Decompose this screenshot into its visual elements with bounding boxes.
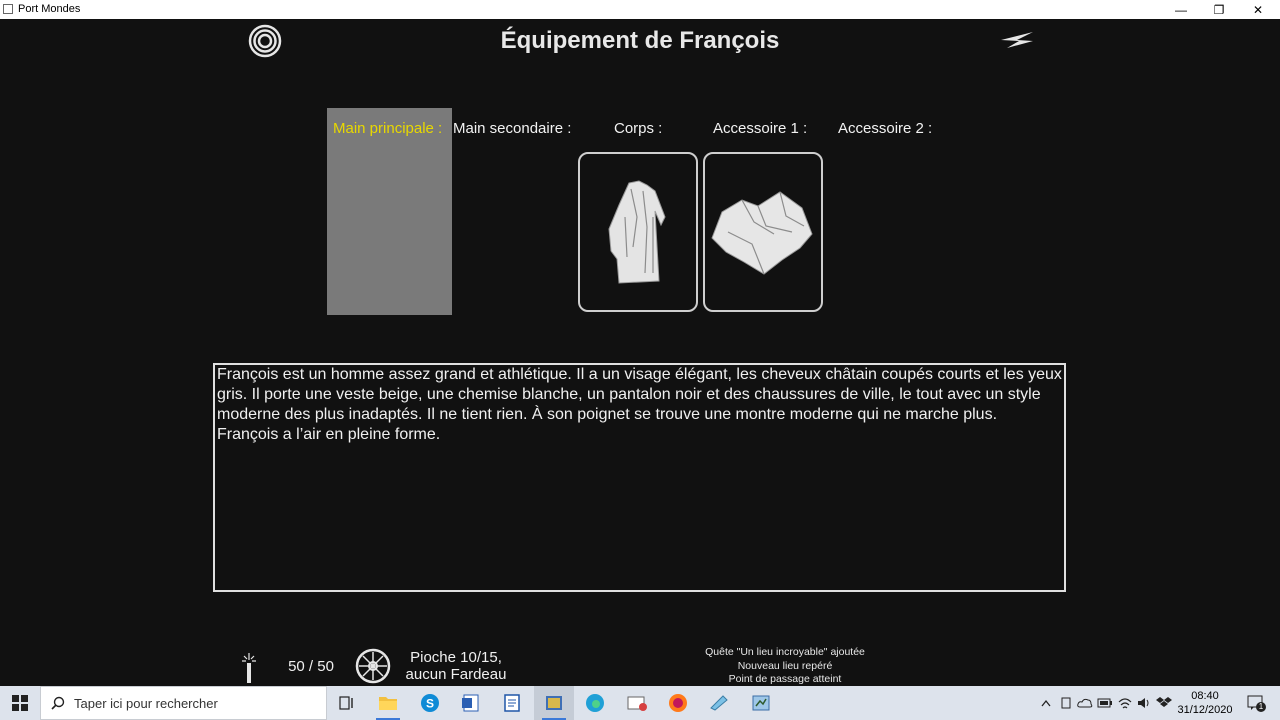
slot-corps-card[interactable] xyxy=(578,152,698,312)
taskbar-app-generic[interactable] xyxy=(699,686,739,720)
port-mondes-icon xyxy=(546,696,562,710)
skype-icon: S xyxy=(421,694,439,712)
slot-label-corps[interactable]: Corps : xyxy=(614,120,662,137)
notification-center-button[interactable]: 1 xyxy=(1246,695,1266,712)
windows-icon xyxy=(12,695,28,711)
search-icon xyxy=(51,696,65,710)
taskbar-app-edge[interactable] xyxy=(575,686,615,720)
settings-icon[interactable] xyxy=(248,24,282,58)
notification-badge: 1 xyxy=(1256,702,1266,712)
edge-icon xyxy=(586,694,604,712)
word-icon xyxy=(462,694,479,712)
notifications: Quête "Un lieu incroyable" ajoutée Nouve… xyxy=(660,646,910,687)
app-icon xyxy=(3,4,13,14)
taskbar-app-file-explorer[interactable] xyxy=(368,686,408,720)
draw-status-line: Pioche 10/15, xyxy=(410,649,502,666)
search-placeholder: Taper ici pour rechercher xyxy=(74,696,218,711)
game-screen: Équipement de François Main principale :… xyxy=(0,19,1280,686)
document-icon xyxy=(504,694,520,712)
character-description: François est un homme assez grand et ath… xyxy=(213,363,1066,592)
svg-text:S: S xyxy=(426,697,434,711)
notification-item: Quête "Un lieu incroyable" ajoutée xyxy=(705,646,865,658)
tray-cloud-icon[interactable] xyxy=(1077,695,1093,711)
slot-accessoire-1-card[interactable] xyxy=(703,152,823,312)
taskbar-app-skype[interactable]: S xyxy=(410,686,450,720)
mail-icon xyxy=(627,696,647,711)
app-icon xyxy=(710,695,728,711)
tray-chevron-up-icon[interactable] xyxy=(1038,695,1054,711)
robe-icon xyxy=(608,180,666,284)
tray-device-icon[interactable] xyxy=(1058,695,1074,711)
taskbar-app-document[interactable] xyxy=(492,686,532,720)
app2-icon xyxy=(752,695,770,711)
taskbar-app-firefox[interactable] xyxy=(658,686,698,720)
clock-date: 31/12/2020 xyxy=(1177,704,1233,716)
description-paragraph: François a l’air en pleine forme. xyxy=(217,426,441,443)
back-arrow-icon[interactable] xyxy=(997,29,1035,51)
slot-label-accessoire-2[interactable]: Accessoire 2 : xyxy=(838,120,932,137)
tray-volume-icon[interactable] xyxy=(1136,695,1152,711)
slot-label-main-principale[interactable]: Main principale : xyxy=(333,120,442,137)
draw-status: Pioche 10/15, aucun Fardeau xyxy=(396,649,516,683)
file-explorer-icon xyxy=(379,697,397,710)
wheel-icon xyxy=(355,648,391,684)
task-view-button[interactable] xyxy=(327,686,367,720)
firefox-icon xyxy=(669,694,687,712)
taskbar-app-mail[interactable] xyxy=(617,686,657,720)
maximize-button[interactable]: ❐ xyxy=(1201,0,1237,19)
draw-status-line: aucun Fardeau xyxy=(405,666,507,683)
tray-wifi-icon[interactable] xyxy=(1117,695,1133,711)
taskbar-clock[interactable]: 08:40 31/12/2020 xyxy=(1172,689,1238,717)
tray-dropbox-icon[interactable] xyxy=(1156,695,1172,711)
slot-main-principale[interactable] xyxy=(327,108,452,315)
slot-label-accessoire-1[interactable]: Accessoire 1 : xyxy=(713,120,807,137)
notification-item: Nouveau lieu repéré xyxy=(737,659,833,672)
notification-item: Point de passage atteint xyxy=(728,673,842,685)
taskbar-search-input[interactable]: Taper ici pour rechercher xyxy=(40,686,327,720)
taskbar-app-port-mondes[interactable] xyxy=(534,686,574,720)
minimize-button[interactable]: — xyxy=(1163,0,1199,19)
clock-time: 08:40 xyxy=(1191,690,1219,702)
taskbar-app-word[interactable] xyxy=(451,686,491,720)
slot-label-main-secondaire[interactable]: Main secondaire : xyxy=(453,120,571,137)
task-view-icon xyxy=(339,696,353,710)
taskbar-app-generic-2[interactable] xyxy=(741,686,781,720)
page-title: Équipement de François xyxy=(500,27,780,54)
description-paragraph: François est un homme assez grand et ath… xyxy=(217,366,1062,423)
start-button[interactable] xyxy=(0,686,40,720)
candle-icon xyxy=(242,653,256,683)
tray-battery-icon[interactable] xyxy=(1097,695,1113,711)
window-titlebar: Port Mondes — ❐ ✕ xyxy=(0,0,1280,19)
candle-value: 50 / 50 xyxy=(288,658,334,675)
close-button[interactable]: ✕ xyxy=(1240,0,1276,19)
taskbar: Taper ici pour rechercher S 08:40 31/12/… xyxy=(0,686,1280,720)
cloth-icon xyxy=(711,191,813,275)
window-title: Port Mondes xyxy=(18,3,81,15)
